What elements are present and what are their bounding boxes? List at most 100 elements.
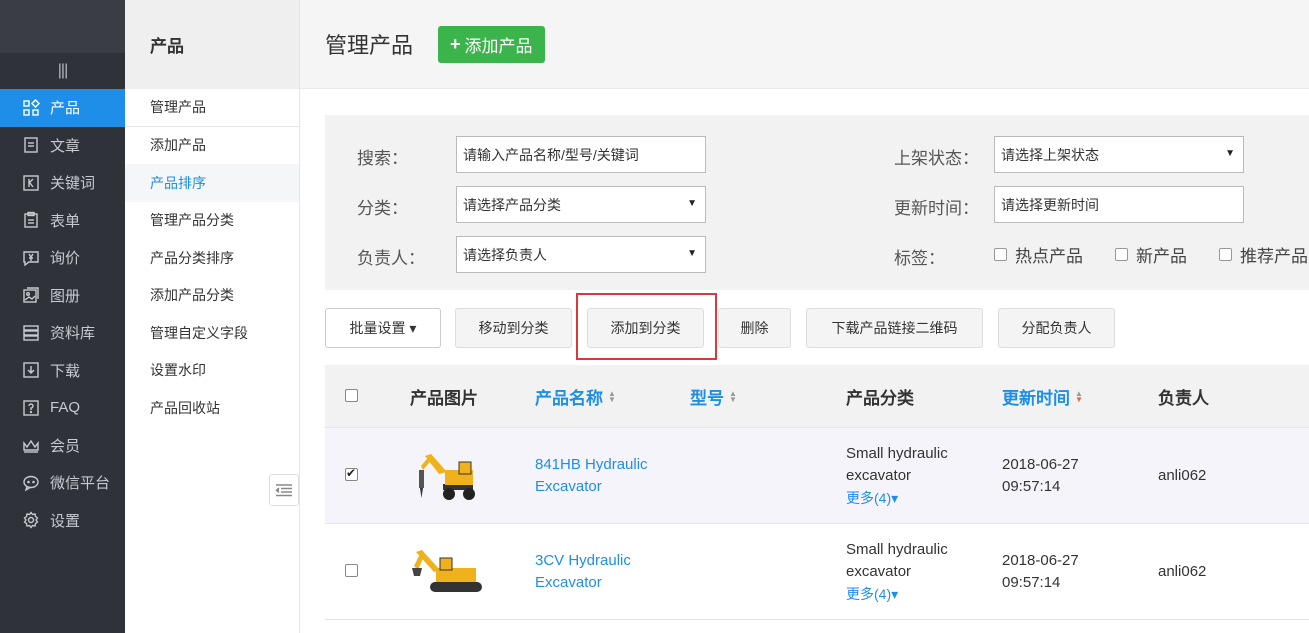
collapse-menu-icon[interactable] xyxy=(269,474,299,506)
product-name-line: 3CV Hydraulic xyxy=(535,552,631,569)
nav-label: 产品 xyxy=(50,100,81,118)
table-header: 产品图片 产品名称 ▲ ▼ 型号 ▲ ▼ 产品分类 更新时间 ▲ ▼ 负责人 xyxy=(325,365,1309,428)
status-select-value: 请选择上架状态 xyxy=(1001,146,1099,163)
nav-item-download[interactable]: 下载 xyxy=(0,352,125,390)
col-category: 产品分类 xyxy=(846,389,914,408)
checkbox[interactable] xyxy=(1115,248,1128,261)
wechat-icon xyxy=(22,474,40,492)
article-icon xyxy=(22,136,40,154)
product-owner: anli062 xyxy=(1158,467,1207,484)
update-date: 2018-06-27 xyxy=(1002,552,1079,569)
update-time-input[interactable]: 请选择更新时间 xyxy=(994,186,1244,223)
inquiry-icon xyxy=(22,249,40,267)
col-image: 产品图片 xyxy=(410,389,478,408)
nav-label: 会员 xyxy=(50,437,81,455)
move-to-category-button[interactable]: 移动到分类 xyxy=(455,308,572,348)
plus-icon: + xyxy=(450,33,461,54)
table-row[interactable]: 3CV Hydraulic Excavator Small hydraulic … xyxy=(325,524,1309,620)
nav-item-wechat[interactable]: 微信平台 xyxy=(0,464,125,502)
nav-label: 图册 xyxy=(50,287,81,305)
page-header: 管理产品 + 添加产品 xyxy=(300,0,1309,89)
update-time-label: 更新时间： xyxy=(894,199,979,218)
tag-hot-label: 热点产品 xyxy=(1015,247,1083,266)
submenu-item-recycle-bin[interactable]: 产品回收站 xyxy=(125,389,299,427)
nav-label: 关键词 xyxy=(50,175,96,193)
col-owner: 负责人 xyxy=(1158,389,1209,408)
nav-label: 询价 xyxy=(50,250,81,268)
owner-select[interactable]: 请选择负责人 ▼ xyxy=(456,236,706,273)
download-qr-button[interactable]: 下载产品链接二维码 xyxy=(806,308,983,348)
col-updated[interactable]: 更新时间 ▲ ▼ xyxy=(1002,365,1083,428)
nav-toggle-icon[interactable]: ||| xyxy=(0,53,125,89)
product-image[interactable] xyxy=(410,544,486,598)
product-image[interactable] xyxy=(413,446,483,506)
logo-area xyxy=(0,0,125,53)
product-name-line: Excavator xyxy=(535,478,602,495)
submenu-item-manage-products[interactable]: 管理产品 xyxy=(125,89,299,127)
product-name-line: Excavator xyxy=(535,574,602,591)
sort-icon: ▲ ▼ xyxy=(1075,388,1083,404)
nav-label: 设置 xyxy=(50,512,81,530)
category-line: excavator xyxy=(846,563,912,580)
filter-panel: 搜索： 请输入产品名称/型号/关键词 分类： 请选择产品分类 ▼ 负责人： 请选… xyxy=(325,115,1309,290)
nav-item-settings[interactable]: 设置 xyxy=(0,502,125,540)
faq-icon xyxy=(22,399,40,417)
col-updated-label: 更新时间 xyxy=(1002,389,1070,408)
owner-select-value: 请选择负责人 xyxy=(463,246,547,263)
search-input[interactable]: 请输入产品名称/型号/关键词 xyxy=(456,136,706,173)
nav-item-keywords[interactable]: 关键词 xyxy=(0,164,125,202)
category-select-value: 请选择产品分类 xyxy=(463,196,561,213)
add-product-button[interactable]: + 添加产品 xyxy=(438,25,545,63)
row-checkbox[interactable] xyxy=(345,564,358,577)
nav-item-database[interactable]: 资料库 xyxy=(0,314,125,352)
col-model[interactable]: 型号 ▲ ▼ xyxy=(690,365,737,428)
more-categories-link[interactable]: 更多(4)▾ xyxy=(846,487,948,509)
col-model-label: 型号 xyxy=(690,389,724,408)
nav-item-inquiry[interactable]: 询价 xyxy=(0,239,125,277)
category-line: excavator xyxy=(846,467,912,484)
col-name[interactable]: 产品名称 ▲ ▼ xyxy=(535,365,616,428)
more-categories-link[interactable]: 更多(4)▾ xyxy=(846,583,948,605)
search-label: 搜索： xyxy=(357,149,408,168)
album-icon xyxy=(22,286,40,304)
nav-label: 资料库 xyxy=(50,325,96,343)
nav-item-album[interactable]: 图册 xyxy=(0,277,125,315)
tag-recommended-checkbox[interactable]: 推荐产品 xyxy=(1219,242,1308,267)
nav-label: 下载 xyxy=(50,362,81,380)
main-nav: ||| 产品 文章 关键词 表单 询价 图册 资料库 下载 FAQ 会员 微信平… xyxy=(0,0,125,633)
nav-item-forms[interactable]: 表单 xyxy=(0,202,125,240)
page-title: 管理产品 xyxy=(325,33,414,58)
nav-item-products[interactable]: 产品 xyxy=(0,89,125,127)
row-checkbox[interactable] xyxy=(345,466,358,481)
status-select[interactable]: 请选择上架状态 ▼ xyxy=(994,136,1244,173)
submenu-item-add-category[interactable]: 添加产品分类 xyxy=(125,277,299,315)
nav-item-members[interactable]: 会员 xyxy=(0,427,125,465)
select-all-checkbox[interactable] xyxy=(345,389,358,402)
form-icon xyxy=(22,211,40,229)
keyword-icon xyxy=(22,174,40,192)
product-updated: 2018-06-27 09:57:14 xyxy=(1002,454,1079,498)
checkbox[interactable] xyxy=(994,248,1007,261)
nav-item-faq[interactable]: FAQ xyxy=(0,389,125,427)
batch-settings-button[interactable]: 批量设置 ▾ xyxy=(325,308,441,348)
product-name-link[interactable]: 841HB Hydraulic Excavator xyxy=(535,454,648,498)
product-name-link[interactable]: 3CV Hydraulic Excavator xyxy=(535,550,631,594)
update-date: 2018-06-27 xyxy=(1002,456,1079,473)
category-select[interactable]: 请选择产品分类 ▼ xyxy=(456,186,706,223)
submenu-item-custom-fields[interactable]: 管理自定义字段 xyxy=(125,314,299,352)
submenu-item-category-sort[interactable]: 产品分类排序 xyxy=(125,239,299,277)
submenu-item-manage-categories[interactable]: 管理产品分类 xyxy=(125,202,299,240)
tag-new-checkbox[interactable]: 新产品 xyxy=(1115,242,1187,267)
chevron-down-icon: ▼ xyxy=(687,248,697,259)
table-row[interactable]: 841HB Hydraulic Excavator Small hydrauli… xyxy=(325,428,1309,524)
nav-item-articles[interactable]: 文章 xyxy=(0,127,125,165)
submenu-item-product-sort[interactable]: 产品排序 xyxy=(125,164,299,202)
submenu-item-watermark[interactable]: 设置水印 xyxy=(125,352,299,390)
submenu-item-add-product[interactable]: 添加产品 xyxy=(125,127,299,165)
assign-owner-button[interactable]: 分配负责人 xyxy=(998,308,1115,348)
tag-recommended-label: 推荐产品 xyxy=(1240,247,1308,266)
delete-button[interactable]: 删除 xyxy=(718,308,791,348)
product-category: Small hydraulic excavator 更多(4)▾ xyxy=(846,539,948,605)
tag-hot-checkbox[interactable]: 热点产品 xyxy=(994,242,1083,267)
checkbox[interactable] xyxy=(1219,248,1232,261)
